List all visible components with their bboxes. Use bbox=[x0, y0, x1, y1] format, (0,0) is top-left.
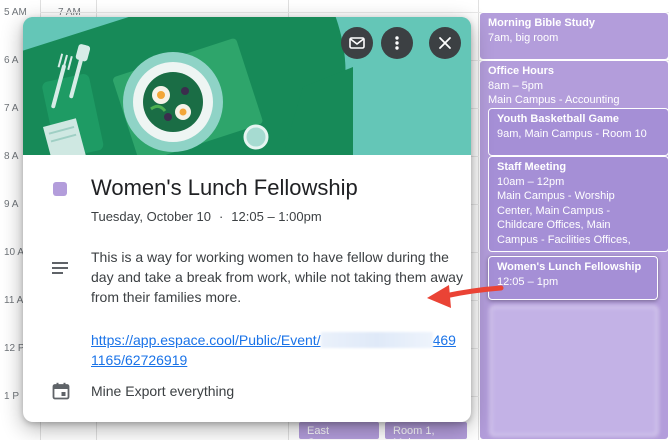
close-button[interactable] bbox=[429, 27, 461, 59]
event-detail: Campus - Facilities Offices, bbox=[497, 233, 631, 246]
email-guests-button[interactable] bbox=[341, 27, 373, 59]
time-label: 10 A bbox=[4, 247, 25, 258]
event-date: Tuesday, October 10 bbox=[91, 209, 211, 224]
event-title: Staff Meeting bbox=[497, 161, 567, 173]
event-detail: 12:05 – 1pm bbox=[497, 275, 559, 288]
event-staff-meeting[interactable]: Staff Meeting 10am – 12pm Main Campus - … bbox=[488, 156, 669, 252]
event-morning-bible-study[interactable]: Morning Bible Study 7am, big room bbox=[479, 12, 669, 60]
event-title: Office Hours bbox=[488, 65, 555, 77]
event-womens-lunch-fellowship[interactable]: Women's Lunch Fellowship 12:05 – 1pm bbox=[488, 256, 658, 300]
date-time-separator: · bbox=[218, 209, 224, 224]
time-label: 11 A bbox=[4, 295, 24, 306]
event-title: Youth Basketball Game bbox=[497, 113, 620, 125]
red-arrow-icon bbox=[427, 285, 504, 308]
notes-icon bbox=[52, 261, 70, 280]
event-title: Women's Lunch Fellowship bbox=[497, 261, 642, 273]
more-options-button[interactable] bbox=[381, 27, 413, 59]
event-detail: 9am, Main Campus - Room 10 bbox=[497, 127, 647, 140]
event-title: Women's Lunch Fellowship bbox=[91, 175, 358, 200]
event-detail: Main Campus - Worship bbox=[497, 190, 615, 202]
email-icon bbox=[349, 37, 365, 49]
event-detail: Childcare Offices, Main bbox=[497, 219, 611, 231]
link-prefix[interactable]: https://app.espace.cool/Public/Event/ bbox=[91, 332, 321, 348]
time-label: 9 A bbox=[4, 199, 19, 210]
time-label: 7 A bbox=[4, 103, 19, 114]
event-details-popup: Women's Lunch Fellowship Tuesday, Octobe… bbox=[23, 17, 471, 422]
event-color-swatch bbox=[53, 182, 67, 196]
event-room-1-main[interactable]: Room 1, Main bbox=[384, 421, 468, 440]
event-redacted bbox=[490, 306, 658, 436]
more-vert-icon bbox=[395, 36, 399, 50]
event-public-link[interactable]: https://app.espace.cool/Public/Event/469… bbox=[91, 330, 463, 370]
event-detail: 7am, big room bbox=[488, 31, 559, 44]
calendar-name: Mine Export everything bbox=[91, 383, 235, 399]
time-label: 6 A bbox=[4, 55, 19, 66]
event-time: 12:05 – 1:00pm bbox=[231, 209, 322, 224]
calendar-screen: 5 AM 7 AM 6 A 7 A 8 A 9 A 10 A 11 A 12 P… bbox=[0, 0, 669, 440]
time-label: 12 P bbox=[4, 343, 25, 354]
event-detail: Main Campus - Accounting bbox=[488, 94, 620, 106]
time-label: 1 P bbox=[4, 391, 20, 402]
event-description: This is a way for working women to have … bbox=[91, 249, 463, 305]
time-label: 8 A bbox=[4, 151, 19, 162]
event-youth-basketball[interactable]: Youth Basketball Game 9am, Main Campus -… bbox=[488, 108, 669, 156]
event-detail: Center, Main Campus - bbox=[497, 204, 611, 217]
event-east-campus[interactable]: East Campus bbox=[298, 421, 380, 440]
redacted-link-segment bbox=[320, 332, 433, 348]
close-icon bbox=[439, 37, 451, 49]
event-title: Morning Bible Study bbox=[488, 17, 595, 29]
event-detail: 8am – 5pm bbox=[488, 79, 544, 92]
event-date-time: Tuesday, October 10 · 12:05 – 1:00pm bbox=[91, 209, 322, 224]
calendar-icon bbox=[52, 382, 70, 405]
event-detail: 10am – 12pm bbox=[497, 175, 565, 188]
